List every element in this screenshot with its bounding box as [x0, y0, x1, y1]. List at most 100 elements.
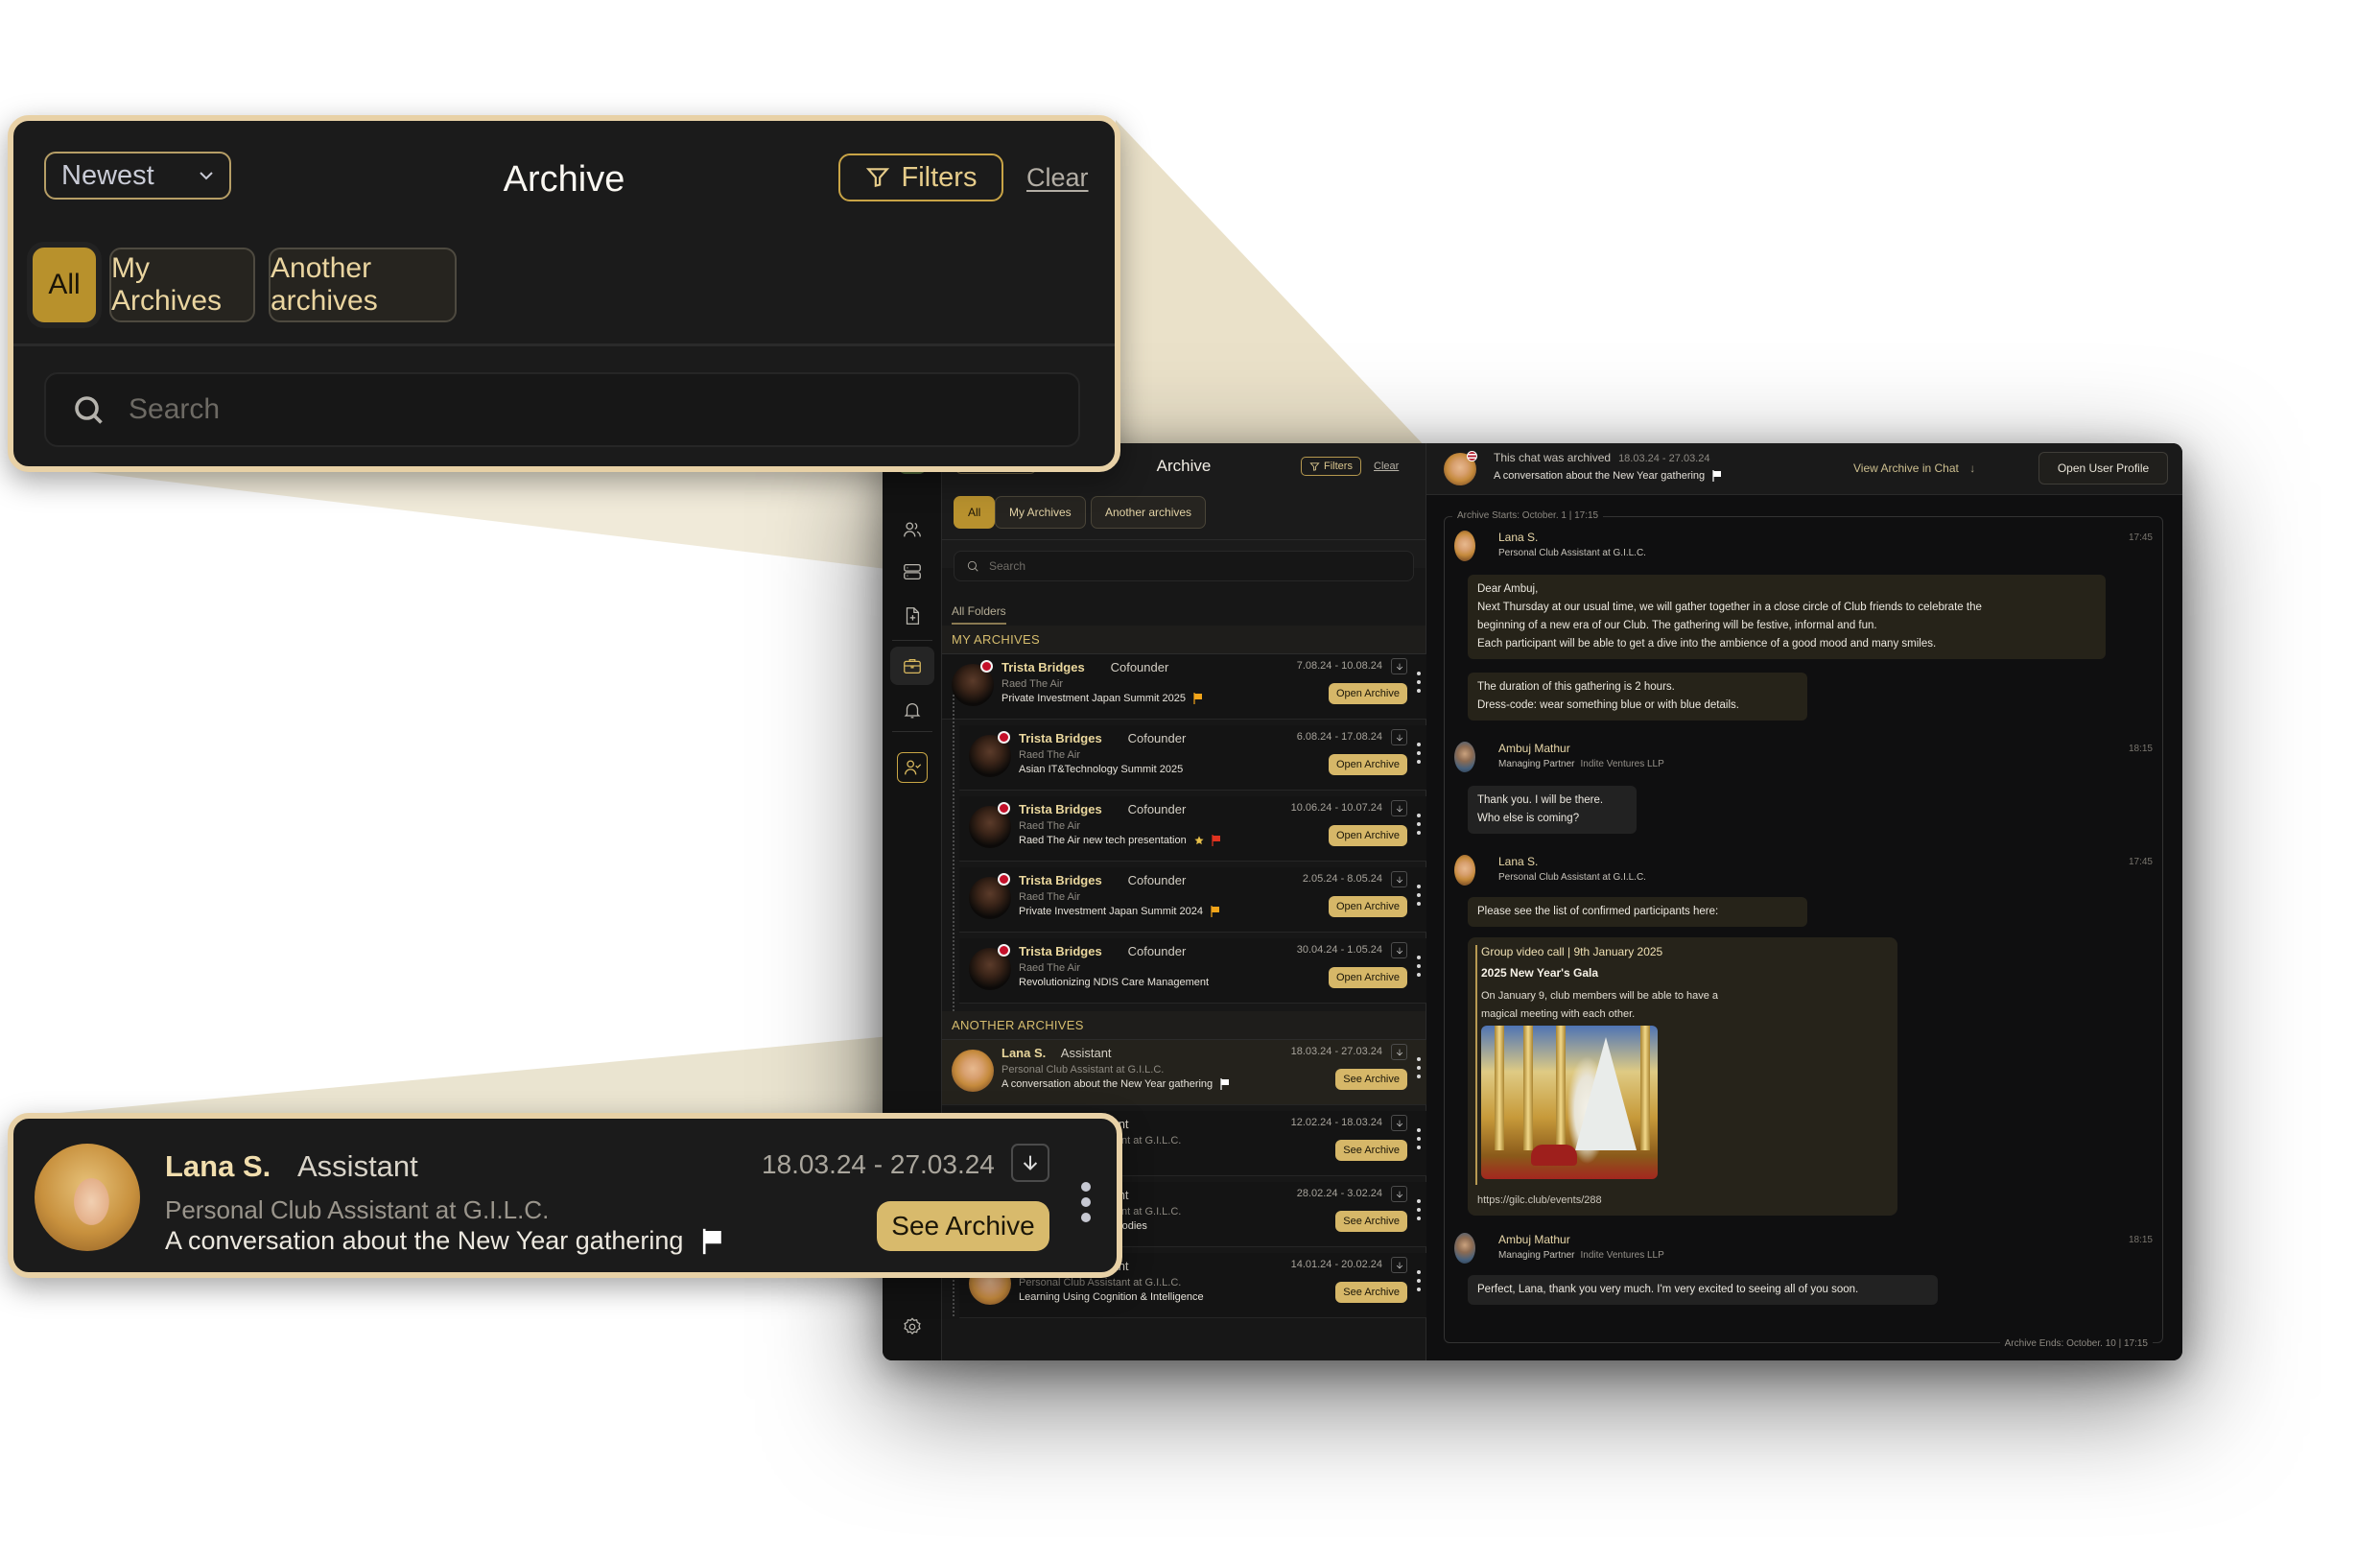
- download-icon: [1396, 947, 1402, 954]
- filter-icon: [1309, 461, 1320, 471]
- archive-topic: A conversation about the New Year gather…: [1001, 1078, 1230, 1090]
- message-bubble: Please see the list of confirmed partici…: [1468, 897, 1807, 927]
- archive-frame: Archive Starts: October. 1 | 17:15 Archi…: [1444, 510, 2163, 1349]
- see-archive-button[interactable]: See Archive: [877, 1201, 1049, 1251]
- tab-another-archives[interactable]: Another archives: [1091, 496, 1207, 529]
- more-options-icon[interactable]: [1415, 1057, 1423, 1078]
- message-subtitle: Managing Partner Indite Ventures LLP: [1498, 1250, 1664, 1261]
- archive-dates: 10.06.24 - 10.07.24: [1290, 802, 1382, 814]
- download-button[interactable]: [1391, 729, 1407, 745]
- storage-icon[interactable]: [897, 556, 928, 587]
- flag-icon: [1193, 693, 1202, 704]
- briefcase-icon[interactable]: [890, 647, 934, 685]
- search-placeholder: Search: [129, 393, 221, 425]
- all-folders-tab[interactable]: All Folders: [952, 604, 1006, 625]
- more-options-icon[interactable]: [1080, 1182, 1092, 1222]
- search-input[interactable]: Search: [44, 372, 1080, 447]
- archive-row[interactable]: Trista Bridges Cofounder Raed The Air Priva…: [959, 867, 1426, 933]
- view-archive-in-chat-link[interactable]: View Archive in Chat ↓: [1853, 461, 1975, 475]
- download-icon: [1396, 805, 1402, 812]
- open-archive-button[interactable]: Open Archive: [1328, 896, 1407, 917]
- download-button[interactable]: [1391, 1044, 1407, 1060]
- contact-name: Trista Bridges: [1019, 731, 1102, 745]
- arrow-down-icon: ↓: [1969, 461, 1976, 475]
- tab-all[interactable]: All: [954, 496, 996, 529]
- see-archive-button[interactable]: See Archive: [1335, 1069, 1407, 1090]
- download-button[interactable]: [1391, 1115, 1407, 1131]
- avatar: [952, 1050, 994, 1092]
- search-input[interactable]: Search: [954, 551, 1414, 581]
- contact-name: Trista Bridges: [1019, 944, 1102, 958]
- open-archive-button[interactable]: Open Archive: [1328, 825, 1407, 846]
- subtitle-company: Indite Ventures LLP: [1580, 759, 1664, 769]
- download-icon: [1396, 1262, 1402, 1268]
- contact-name: Trista Bridges: [1019, 873, 1102, 887]
- tab-another-archives[interactable]: Another archives: [269, 248, 457, 322]
- filters-button[interactable]: Filters: [1301, 457, 1361, 476]
- message-time: 17:45: [2128, 857, 2153, 867]
- user-check-icon[interactable]: [897, 752, 928, 783]
- bubble-line: Perfect, Lana, thank you very much. I'm …: [1477, 1284, 1859, 1295]
- download-button[interactable]: [1391, 800, 1407, 816]
- more-options-icon[interactable]: [1415, 1199, 1423, 1220]
- download-button[interactable]: [1391, 942, 1407, 958]
- filters-button[interactable]: Filters: [838, 154, 1003, 201]
- more-options-icon[interactable]: [1415, 814, 1423, 835]
- archive-row[interactable]: Trista Bridges Cofounder Raed The Air Priva…: [942, 654, 1426, 720]
- avatar: [1454, 742, 1475, 772]
- open-user-profile-button[interactable]: Open User Profile: [2038, 452, 2168, 485]
- settings-icon[interactable]: [897, 1312, 928, 1342]
- more-options-icon[interactable]: [1415, 956, 1423, 977]
- contact-org: Raed The Air: [1001, 678, 1064, 690]
- header-divider: [13, 343, 1115, 346]
- more-options-icon[interactable]: [1415, 1128, 1423, 1149]
- contact-name: Lana S.: [165, 1149, 271, 1183]
- download-button[interactable]: [1391, 871, 1407, 887]
- archive-row[interactable]: Trista Bridges Cofounder Raed The Air Asian…: [959, 725, 1426, 791]
- archive-row[interactable]: Trista Bridges Cofounder Raed The Air Revol…: [959, 938, 1426, 1004]
- archive-row[interactable]: Lana S. Assistant Personal Club Assistant …: [942, 1040, 1426, 1105]
- archive-row[interactable]: Trista Bridges Cofounder Raed The Air Raed …: [959, 796, 1426, 862]
- event-image[interactable]: [1481, 1026, 1658, 1179]
- see-archive-button[interactable]: See Archive: [1335, 1140, 1407, 1161]
- chat-topic-text: A conversation about the New Year gather…: [1494, 470, 1706, 482]
- see-archive-button[interactable]: See Archive: [1335, 1282, 1407, 1303]
- download-button[interactable]: [1391, 1186, 1407, 1202]
- archive-topic: Raed The Air new tech presentation: [1019, 835, 1221, 846]
- download-icon: [1396, 1049, 1402, 1055]
- download-button[interactable]: [1011, 1144, 1049, 1182]
- contact-role: Cofounder: [1127, 802, 1187, 816]
- archive-dates: 12.02.24 - 18.03.24: [1290, 1117, 1382, 1128]
- bell-icon[interactable]: [897, 695, 928, 725]
- clear-link[interactable]: Clear: [1374, 461, 1399, 472]
- file-add-icon[interactable]: [897, 601, 928, 631]
- clear-link[interactable]: Clear: [1026, 163, 1089, 193]
- card-kicker: Group video call | 9th January 2025: [1481, 945, 1663, 958]
- open-archive-button[interactable]: Open Archive: [1328, 754, 1407, 775]
- archived-status: This chat was archived 18.03.24 - 27.03.2…: [1494, 451, 1709, 464]
- bubble-line: Next Thursday at our usual time, we will…: [1477, 602, 1982, 613]
- contact-name: Trista Bridges: [1001, 660, 1085, 674]
- archive-topic: Asian IT&Technology Summit 2025: [1019, 764, 1183, 775]
- card-title: 2025 New Year's Gala: [1481, 966, 1599, 980]
- download-button[interactable]: [1391, 1257, 1407, 1273]
- contact-role: Assistant: [297, 1149, 418, 1183]
- tab-my-archives[interactable]: My Archives: [995, 496, 1086, 529]
- download-button[interactable]: [1391, 658, 1407, 674]
- open-archive-button[interactable]: Open Archive: [1328, 683, 1407, 704]
- open-archive-button[interactable]: Open Archive: [1328, 967, 1407, 988]
- message-bubble: Thank you. I will be there. Who else is …: [1468, 786, 1637, 834]
- more-options-icon[interactable]: [1415, 1270, 1423, 1291]
- online-status-dot: [998, 731, 1010, 744]
- more-options-icon[interactable]: [1415, 885, 1423, 906]
- more-options-icon[interactable]: [1415, 743, 1423, 764]
- tab-all[interactable]: All: [33, 248, 96, 322]
- chat-header: This chat was archived 18.03.24 - 27.03.2…: [1426, 443, 2182, 495]
- more-options-icon[interactable]: [1415, 672, 1423, 693]
- users-icon[interactable]: [897, 514, 928, 545]
- archive-dates: 6.08.24 - 17.08.24: [1296, 731, 1382, 743]
- event-link[interactable]: https://gilc.club/events/288: [1477, 1194, 1602, 1206]
- event-card[interactable]: Group video call | 9th January 2025 2025…: [1468, 937, 1897, 1216]
- tab-my-archives[interactable]: My Archives: [109, 248, 255, 322]
- see-archive-button[interactable]: See Archive: [1335, 1211, 1407, 1232]
